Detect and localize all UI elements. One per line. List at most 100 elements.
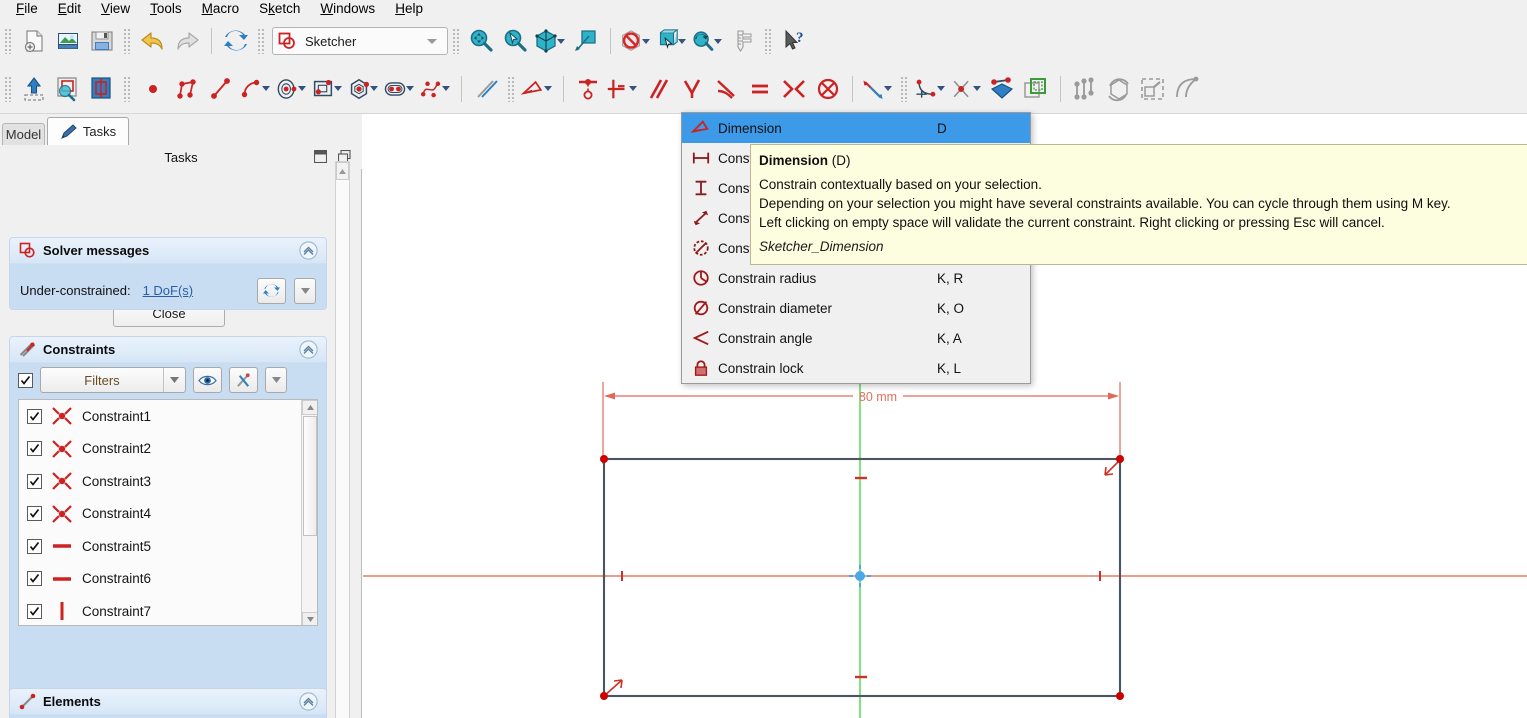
fillet-button[interactable] <box>913 72 939 106</box>
remove-axes-alignment-button[interactable] <box>1170 72 1204 106</box>
circle-dropdown-caret[interactable] <box>298 86 306 91</box>
origin-point[interactable] <box>855 571 865 581</box>
view-section-button[interactable] <box>85 72 119 106</box>
carbon-copy-button[interactable] <box>1019 72 1053 106</box>
toolbar-grip[interactable] <box>4 28 13 54</box>
list-item[interactable]: Constraint5 <box>19 530 317 563</box>
fit-selection-button[interactable] <box>499 24 533 58</box>
list-item[interactable]: Constraint6 <box>19 563 317 596</box>
toggle-driving-constraint-button[interactable] <box>860 72 886 106</box>
menu-item-constrain-lock[interactable]: Constrain lock K, L <box>682 353 1030 383</box>
create-arc-button[interactable] <box>238 72 264 106</box>
redo-button[interactable] <box>170 24 204 58</box>
sync-view-dropdown-caret[interactable] <box>714 38 722 44</box>
tab-model[interactable]: Model <box>2 123 45 145</box>
rotate-button[interactable] <box>1102 72 1136 106</box>
list-item[interactable]: Constraint7 <box>19 595 317 625</box>
draw-style-button[interactable] <box>569 24 603 58</box>
constraint-checkbox[interactable] <box>27 506 42 522</box>
scrollbar-thumb[interactable] <box>336 162 349 180</box>
toolbar-grip-workbench[interactable] <box>257 28 266 54</box>
clipping-dropdown-caret[interactable] <box>642 38 650 44</box>
rectangular-array-button[interactable] <box>1136 72 1170 106</box>
collapse-icon[interactable] <box>299 340 318 359</box>
constraints-list[interactable]: Constraint1 Constraint2 Constraint3 Cons… <box>18 399 318 626</box>
solver-options-button[interactable] <box>294 277 316 304</box>
vertex-top-right[interactable] <box>1116 455 1124 463</box>
slot-dropdown-caret[interactable] <box>406 86 414 91</box>
menu-edit[interactable]: Edit <box>48 0 91 18</box>
dimension-value-label[interactable]: 80 mm <box>859 390 897 404</box>
distance-dropdown-caret[interactable] <box>629 86 637 91</box>
menu-file[interactable]: File <box>6 0 48 18</box>
sync-view-button[interactable] <box>690 24 716 58</box>
create-point-button[interactable] <box>136 72 170 106</box>
create-line-button[interactable] <box>204 72 238 106</box>
menu-tools[interactable]: Tools <box>140 0 192 18</box>
constraint-checkbox[interactable] <box>27 603 42 619</box>
solver-messages-header[interactable]: Solver messages <box>10 238 326 264</box>
constraint-checkbox[interactable] <box>27 473 42 489</box>
list-item[interactable]: Constraint1 <box>19 400 317 433</box>
clipping-button[interactable] <box>618 24 644 58</box>
constrain-parallel-button[interactable] <box>641 72 675 106</box>
menu-windows[interactable]: Windows <box>310 0 385 18</box>
elements-header[interactable]: Elements <box>10 689 326 715</box>
bspline-dropdown-caret[interactable] <box>442 86 450 91</box>
workbench-selector[interactable]: Sketcher <box>272 27 448 55</box>
show-constraints-button[interactable] <box>193 367 222 393</box>
constraints-header[interactable]: Constraints <box>10 337 326 363</box>
constrain-block-button[interactable] <box>811 72 845 106</box>
constrain-tangent-button[interactable] <box>709 72 743 106</box>
constraint-checkbox[interactable] <box>27 408 42 424</box>
scroll-up-button[interactable] <box>302 400 317 415</box>
polygon-dropdown-caret[interactable] <box>370 86 378 91</box>
toolbar-grip-view[interactable] <box>452 28 461 54</box>
open-document-button[interactable] <box>51 24 85 58</box>
constraints-settings-button[interactable] <box>229 367 258 393</box>
constrain-symmetric-button[interactable] <box>777 72 811 106</box>
vertex-bottom-left[interactable] <box>600 692 608 700</box>
menu-item-constrain-diameter[interactable]: Constrain diameter K, O <box>682 293 1030 323</box>
constraints-settings-dropdown[interactable] <box>265 367 287 393</box>
dimension-dropdown-caret[interactable] <box>544 86 552 91</box>
collapse-icon[interactable] <box>299 241 318 260</box>
filters-combobox[interactable]: Filters <box>40 367 186 393</box>
constrain-distance-button[interactable] <box>605 72 631 106</box>
constrain-coincident-button[interactable] <box>571 72 605 106</box>
constraint-checkbox[interactable] <box>27 571 42 587</box>
dimension-button[interactable] <box>520 72 546 106</box>
undo-button[interactable] <box>136 24 170 58</box>
constrain-perpendicular-button[interactable] <box>675 72 709 106</box>
create-slot-button[interactable] <box>382 72 408 106</box>
scroll-down-button[interactable] <box>302 612 317 625</box>
save-document-button[interactable] <box>85 24 119 58</box>
clone-button[interactable] <box>1068 72 1102 106</box>
arc-dropdown-caret[interactable] <box>262 86 270 91</box>
list-item[interactable]: Constraint3 <box>19 465 317 498</box>
constrain-equal-button[interactable] <box>743 72 777 106</box>
whats-this-button[interactable]: ? <box>777 24 811 58</box>
constraint-checkbox[interactable] <box>27 441 42 457</box>
menu-sketch[interactable]: Sketch <box>249 0 310 18</box>
create-bspline-button[interactable] <box>418 72 444 106</box>
menu-view[interactable]: View <box>91 0 140 18</box>
toolbar-grip-tools[interactable] <box>900 75 909 102</box>
toggle-construction-button[interactable] <box>469 72 503 106</box>
fillet-dropdown-caret[interactable] <box>937 86 945 91</box>
driving-dropdown-caret[interactable] <box>884 86 892 91</box>
undock-panel-icon[interactable] <box>314 150 327 163</box>
menu-item-constrain-angle[interactable]: Constrain angle K, A <box>682 323 1030 353</box>
toolbar-grip-constraints[interactable] <box>507 75 516 102</box>
trim-dropdown-caret[interactable] <box>973 86 981 91</box>
filter-enable-checkbox[interactable] <box>18 372 33 388</box>
list-item[interactable]: Constraint2 <box>19 433 317 466</box>
menu-help[interactable]: Help <box>385 0 433 18</box>
axonometric-dropdown-caret[interactable] <box>557 38 565 44</box>
create-polyline-button[interactable] <box>170 72 204 106</box>
tasks-panel-scrollbar[interactable] <box>335 161 350 718</box>
measure-button[interactable] <box>726 24 760 58</box>
box-selection-button[interactable] <box>654 24 680 58</box>
fit-all-button[interactable] <box>465 24 499 58</box>
menu-item-dimension[interactable]: Dimension D <box>682 113 1030 143</box>
